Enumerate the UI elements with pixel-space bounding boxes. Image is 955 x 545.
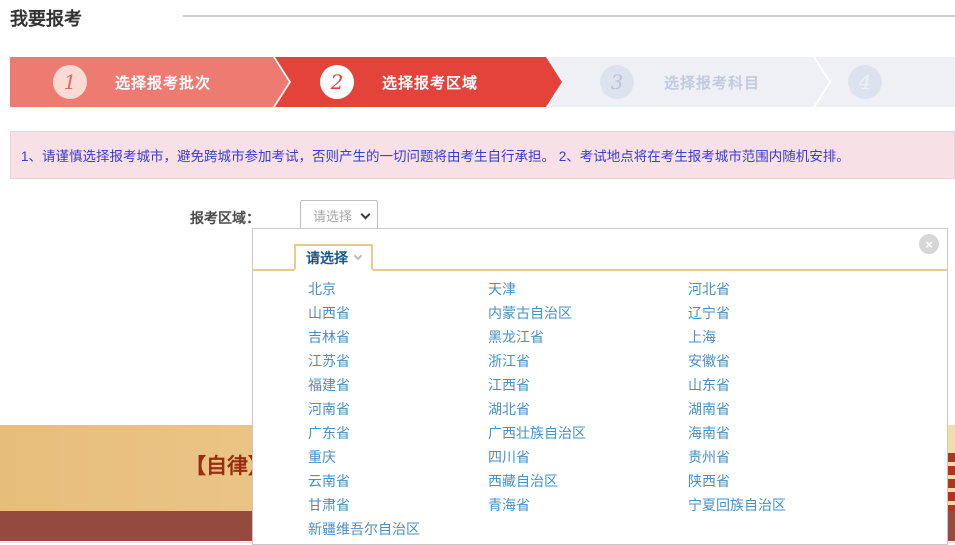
province-link[interactable]: 吉林省: [308, 325, 488, 349]
province-link[interactable]: 重庆: [308, 445, 488, 469]
notice-text: 1、请谨慎选择报考城市，避免跨城市参加考试，否则产生的一切问题将由考生自行承担。…: [21, 145, 850, 165]
header-divider: [183, 15, 955, 17]
tab-please-select[interactable]: 请选择: [294, 244, 373, 271]
province-link[interactable]: 四川省: [488, 445, 688, 469]
notice-banner: 1、请谨慎选择报考城市，避免跨城市参加考试，否则产生的一切问题将由考生自行承担。…: [10, 131, 955, 179]
step-4-number-badge: 4: [848, 65, 882, 99]
province-link[interactable]: 黑龙江省: [488, 325, 688, 349]
region-picker-popup: × 请选择 北京天津河北省山西省内蒙古自治区辽宁省吉林省黑龙江省上海江苏省浙江省…: [252, 228, 948, 545]
province-link[interactable]: 甘肃省: [308, 493, 488, 517]
province-link[interactable]: 河南省: [308, 397, 488, 421]
tab-label: 请选择: [306, 248, 348, 268]
province-link[interactable]: 天津: [488, 277, 688, 301]
chevron-down-icon: [354, 252, 362, 260]
province-link[interactable]: 福建省: [308, 373, 488, 397]
region-field-label: 报考区域：: [190, 208, 260, 228]
province-link[interactable]: 辽宁省: [688, 301, 928, 325]
province-link[interactable]: 云南省: [308, 469, 488, 493]
province-link[interactable]: 内蒙古自治区: [488, 301, 688, 325]
province-link[interactable]: 安徽省: [688, 349, 928, 373]
province-link[interactable]: 宁夏回族自治区: [688, 493, 928, 517]
step-wizard: 1 选择报考批次 2 选择报考区域 3 选择报考科目 4: [0, 57, 955, 107]
province-link[interactable]: 海南省: [688, 421, 928, 445]
province-link[interactable]: 西藏自治区: [488, 469, 688, 493]
province-link[interactable]: 湖北省: [488, 397, 688, 421]
step-3-number-badge: 3: [600, 65, 634, 99]
chevron-down-icon: [361, 209, 371, 219]
province-link[interactable]: 山东省: [688, 373, 928, 397]
wizard-step-4: 4: [815, 57, 955, 107]
region-select[interactable]: 请选择: [300, 200, 378, 231]
province-link[interactable]: 湖南省: [688, 397, 928, 421]
province-link[interactable]: 山西省: [308, 301, 488, 325]
province-link[interactable]: 浙江省: [488, 349, 688, 373]
popup-tab-bar: 请选择: [253, 229, 947, 271]
province-grid: 北京天津河北省山西省内蒙古自治区辽宁省吉林省黑龙江省上海江苏省浙江省安徽省福建省…: [308, 277, 928, 541]
wizard-step-1-batch[interactable]: 1 选择报考批次: [10, 57, 289, 107]
step-1-number-badge: 1: [53, 65, 87, 99]
step-2-number-badge: 2: [320, 65, 354, 99]
province-link[interactable]: 广西壮族自治区: [488, 421, 688, 445]
province-link[interactable]: 贵州省: [688, 445, 928, 469]
province-link[interactable]: 江西省: [488, 373, 688, 397]
province-link[interactable]: 上海: [688, 325, 928, 349]
province-link[interactable]: 陕西省: [688, 469, 928, 493]
banner-clipped-text-fragment: [948, 453, 955, 514]
step-2-label: 选择报考区域: [382, 72, 478, 93]
step-1-label: 选择报考批次: [115, 72, 211, 93]
province-link[interactable]: 新疆维吾尔自治区: [308, 517, 488, 541]
province-link[interactable]: 青海省: [488, 493, 688, 517]
page-title: 我要报考: [10, 5, 82, 31]
province-link[interactable]: 北京: [308, 277, 488, 301]
wizard-step-3-subject: 3 选择报考科目: [548, 57, 829, 107]
wizard-step-2-region[interactable]: 2 选择报考区域: [275, 57, 562, 107]
region-select-value: 请选择: [301, 206, 362, 225]
province-link[interactable]: 河北省: [688, 277, 928, 301]
province-link[interactable]: 广东省: [308, 421, 488, 445]
province-link[interactable]: 江苏省: [308, 349, 488, 373]
step-3-label: 选择报考科目: [664, 72, 760, 93]
